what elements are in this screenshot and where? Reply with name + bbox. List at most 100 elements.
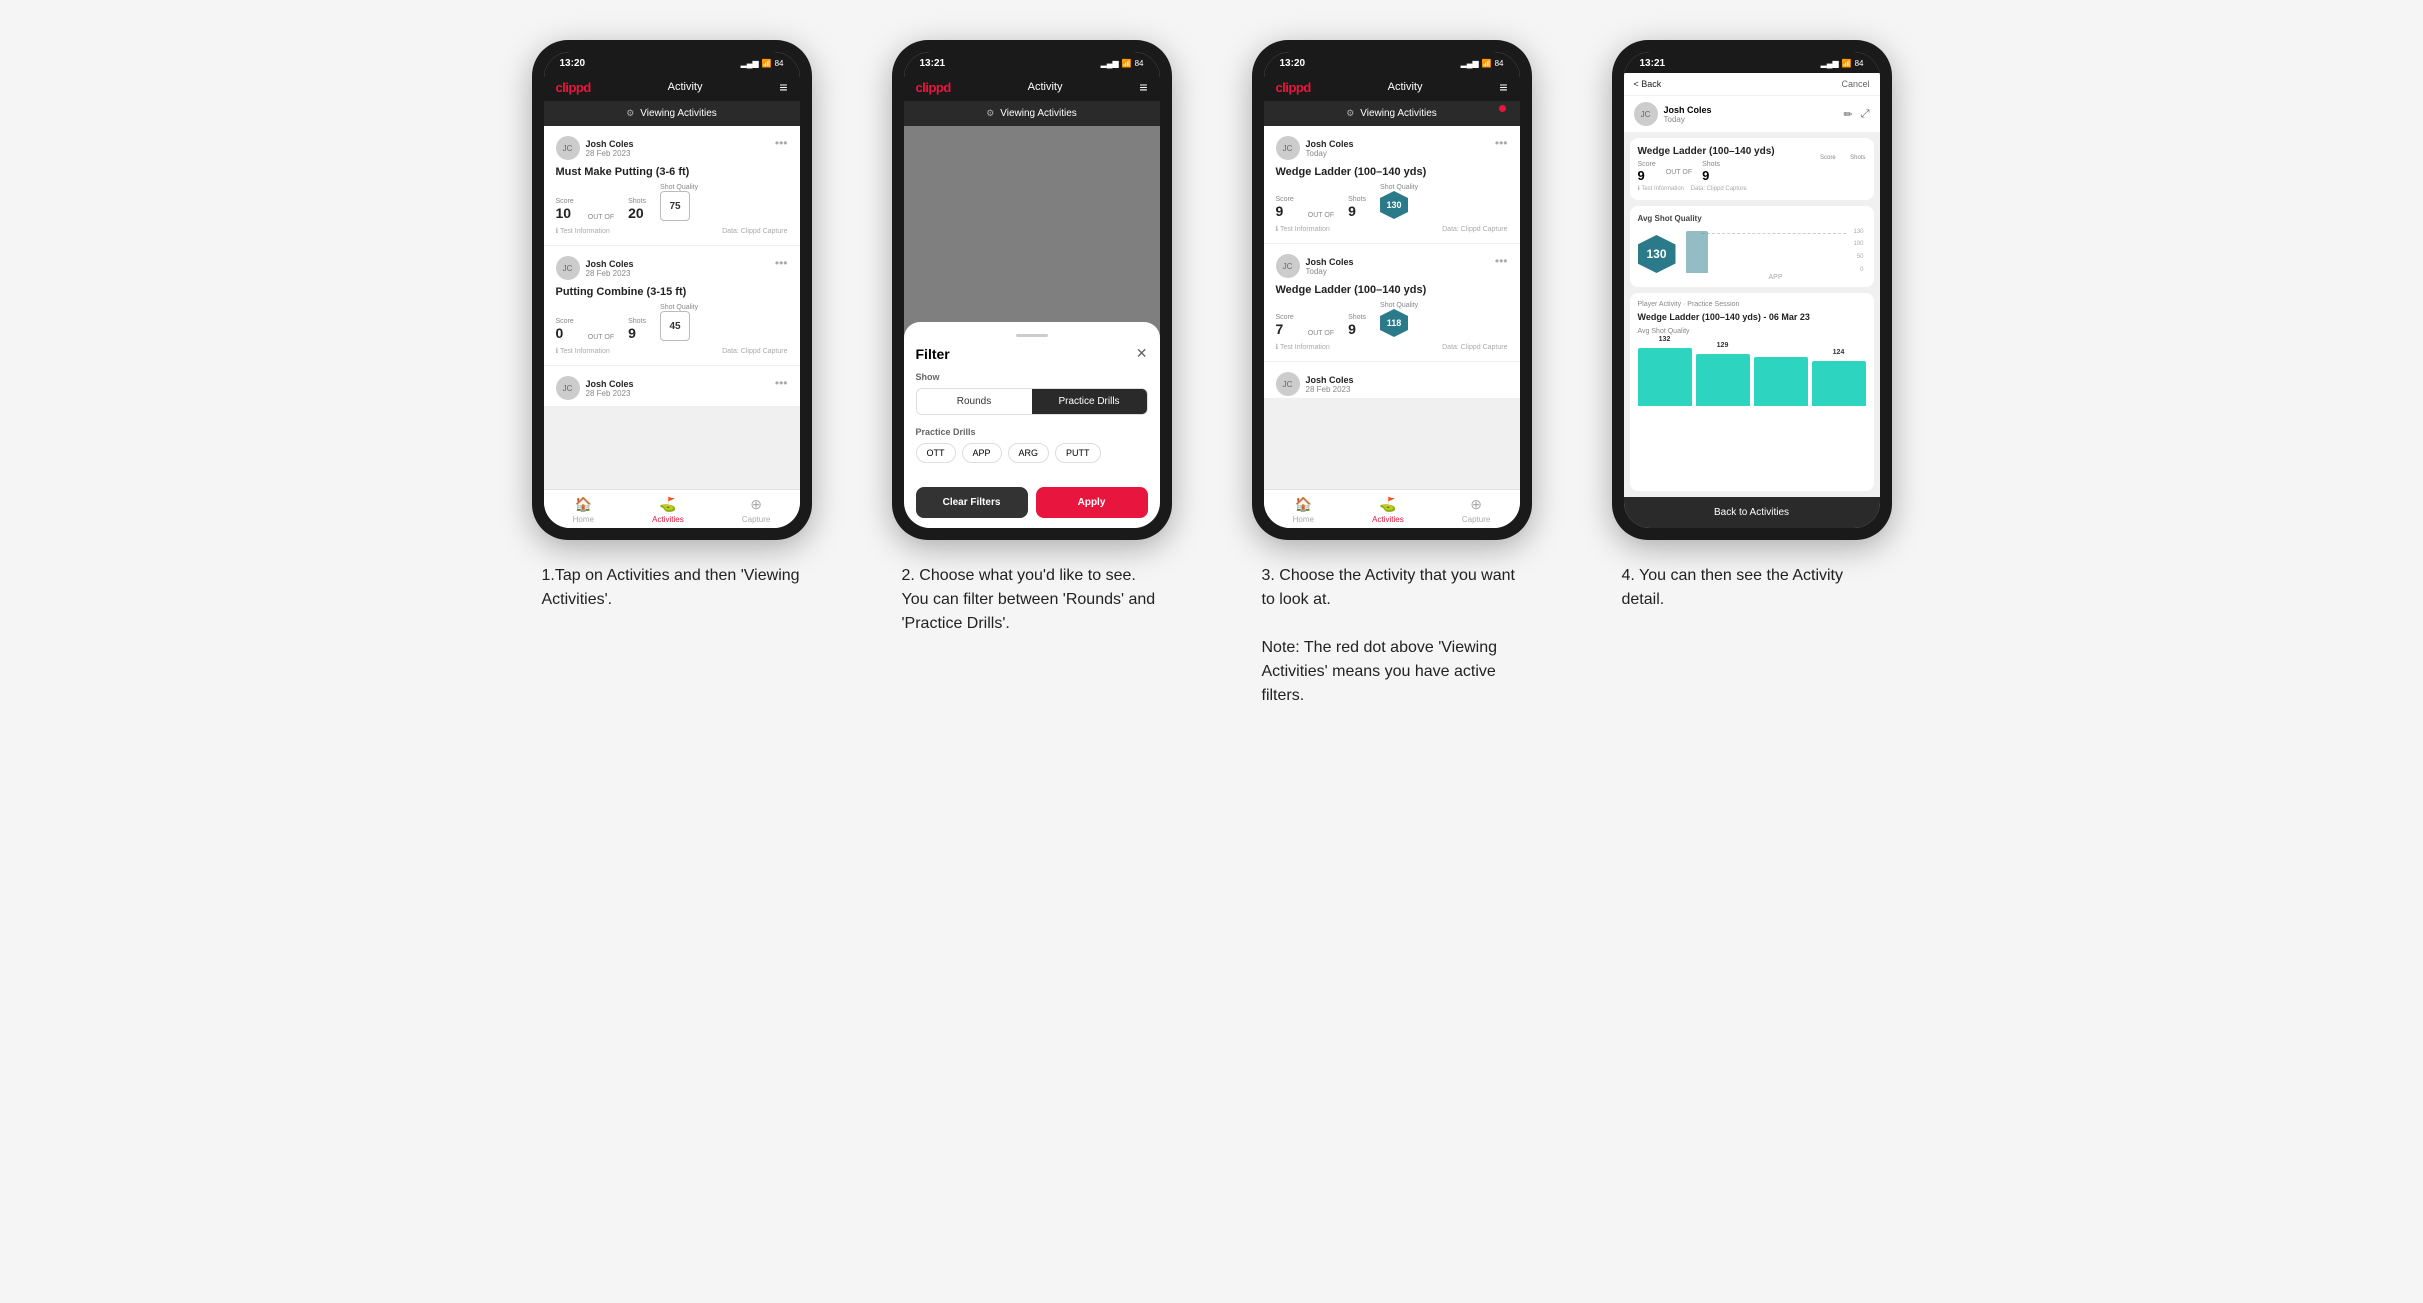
nav-item-activities-1[interactable]: ⛳ Activities (652, 496, 684, 524)
detail-card: Wedge Ladder (100–140 yds) Score 9 OUT O… (1630, 138, 1874, 200)
activities-icon-3: ⛳ (1379, 496, 1396, 513)
phone-column-4: 13:21 ▂▄▆ 📶 84 < Back Cancel JC Jos (1592, 40, 1912, 612)
screen-content-3: JC Josh Coles Today ••• Wedge Ladder (10… (1264, 126, 1520, 489)
viewing-activities-bar-3[interactable]: ⚙ Viewing Activities (1264, 101, 1520, 126)
detail-user-info: JC Josh Coles Today (1634, 102, 1712, 126)
nav-title-1: Activity (668, 81, 703, 93)
chart-100-label: 100 (1853, 241, 1863, 247)
nav-label-activities-3: Activities (1372, 515, 1404, 524)
outof-3-2: OUT OF (1308, 330, 1334, 337)
phone-frame-2: 13:21 ▂▄▆ 📶 84 clippd Activity ≡ ⚙ Viewi… (892, 40, 1172, 540)
card-menu-2[interactable]: ••• (775, 256, 788, 270)
nav-item-activities-3[interactable]: ⛳ Activities (1372, 496, 1404, 524)
avatar-3-3: JC (1276, 372, 1300, 396)
filter-chips-row: OTT APP ARG PUTT (916, 443, 1148, 463)
card-header-3-1: JC Josh Coles Today ••• (1276, 136, 1508, 160)
nav-label-activities-1: Activities (652, 515, 684, 524)
chip-putt[interactable]: PUTT (1055, 443, 1101, 463)
activity-card-3-2[interactable]: JC Josh Coles Today ••• Wedge Ladder (10… (1264, 244, 1520, 361)
wifi-icon-3: 📶 (1482, 59, 1492, 68)
hamburger-icon-1[interactable]: ≡ (779, 79, 787, 95)
close-button[interactable]: ✕ (1136, 345, 1148, 362)
card-user-1: JC Josh Coles 28 Feb 2023 (556, 136, 634, 160)
apply-button[interactable]: Apply (1036, 487, 1148, 518)
filter-sheet: Filter ✕ Show Rounds Practice Drills Pra… (904, 322, 1160, 528)
card-menu-1[interactable]: ••• (775, 136, 788, 150)
card-footer-1: ℹ Test Information Data: Clippd Capture (556, 227, 788, 235)
toggle-row: Rounds Practice Drills (916, 388, 1148, 415)
back-button[interactable]: < Back (1634, 79, 1662, 89)
chip-ott[interactable]: OTT (916, 443, 956, 463)
filter-icon-2: ⚙ (986, 108, 994, 119)
detail-action-icons: ✏ ⤢ (1843, 108, 1869, 121)
mini-chart: 130 100 50 0 APP (1686, 229, 1866, 279)
viewing-activities-bar-2[interactable]: ⚙ Viewing Activities (904, 101, 1160, 126)
user-info-1: Josh Coles 28 Feb 2023 (586, 139, 634, 158)
practice-drills-toggle[interactable]: Practice Drills (1032, 389, 1147, 414)
home-icon-1: 🏠 (575, 496, 592, 513)
sq-group-2: Shot Quality 45 (660, 304, 698, 341)
status-icons-2: ▂▄▆ 📶 84 (1101, 59, 1144, 68)
bar-label-1: 132 (1659, 336, 1671, 343)
shots-value-3-1: 9 (1348, 203, 1366, 219)
user-date-1: 28 Feb 2023 (586, 149, 634, 158)
chip-app[interactable]: APP (962, 443, 1002, 463)
data-source-3-1: Data: Clippd Capture (1442, 225, 1507, 233)
caption-3: 3. Choose the Activity that you want to … (1262, 564, 1522, 708)
user-info-3-1: Josh Coles Today (1306, 139, 1354, 158)
activity-card-1[interactable]: JC Josh Coles 28 Feb 2023 ••• Must Make … (544, 126, 800, 245)
hamburger-icon-2[interactable]: ≡ (1139, 79, 1147, 95)
activity-card-3-1[interactable]: JC Josh Coles Today ••• Wedge Ladder (10… (1264, 126, 1520, 243)
rounds-toggle[interactable]: Rounds (917, 389, 1032, 414)
phone-column-3: 13:20 ▂▄▆ 📶 84 clippd Activity ≡ ⚙ Viewi… (1232, 40, 1552, 708)
status-icons-1: ▂▄▆ 📶 84 (741, 59, 784, 68)
nav-label-capture-1: Capture (742, 515, 770, 524)
expand-icon[interactable]: ⤢ (1861, 108, 1870, 121)
status-icons-3: ▂▄▆ 📶 84 (1461, 59, 1504, 68)
score-group-3-2: Score 7 (1276, 314, 1294, 337)
battery-icon-1: 84 (775, 59, 784, 68)
avg-sq-title: Avg Shot Quality (1638, 214, 1866, 223)
nav-item-home-1[interactable]: 🏠 Home (573, 496, 594, 524)
clear-filters-button[interactable]: Clear Filters (916, 487, 1028, 518)
back-to-activities-button[interactable]: Back to Activities (1624, 497, 1880, 528)
cancel-button[interactable]: Cancel (1841, 79, 1869, 89)
detail-outof: OUT OF (1666, 169, 1692, 176)
card-header-3-2: JC Josh Coles Today ••• (1276, 254, 1508, 278)
activities-icon-1: ⛳ (659, 496, 676, 513)
detail-user-bar: JC Josh Coles Today ✏ ⤢ (1624, 95, 1880, 132)
score-label-1: Score (556, 198, 574, 205)
edit-icon[interactable]: ✏ (1843, 108, 1852, 121)
activity-card-2[interactable]: JC Josh Coles 28 Feb 2023 ••• Putting Co… (544, 246, 800, 365)
score-group-3-1: Score 9 (1276, 196, 1294, 219)
mini-bar-1 (1686, 231, 1708, 273)
card-menu-3-1[interactable]: ••• (1495, 136, 1508, 150)
user-name-3-2: Josh Coles (1306, 257, 1354, 267)
card-footer-3-1: ℹ Test Information Data: Clippd Capture (1276, 225, 1508, 233)
hamburger-icon-3[interactable]: ≡ (1499, 79, 1507, 95)
user-name-3-1: Josh Coles (1306, 139, 1354, 149)
nav-title-2: Activity (1028, 81, 1063, 93)
card-footer-2: ℹ Test Information Data: Clippd Capture (556, 347, 788, 355)
viewing-activities-bar-1[interactable]: ⚙ Viewing Activities (544, 101, 800, 126)
nav-item-capture-1[interactable]: ⊕ Capture (742, 496, 770, 524)
nav-item-capture-3[interactable]: ⊕ Capture (1462, 496, 1490, 524)
card-menu-3-2[interactable]: ••• (1495, 254, 1508, 268)
shots-label-3-2: Shots (1348, 314, 1366, 321)
score-label-3-1: Score (1276, 196, 1294, 203)
avg-sq-section: Avg Shot Quality 130 130 100 50 0 (1630, 206, 1874, 287)
card-menu-3[interactable]: ••• (775, 376, 788, 390)
card-user-3-3: JC Josh Coles 28 Feb 2023 (1276, 372, 1354, 396)
filter-modal-overlay: Filter ✕ Show Rounds Practice Drills Pra… (904, 126, 1160, 528)
nav-label-home-3: Home (1293, 515, 1314, 524)
viewing-activities-label-2: Viewing Activities (1000, 108, 1077, 119)
phone-screen-1: 13:20 ▂▄▆ 📶 84 clippd Activity ≡ ⚙ Vi (544, 52, 800, 528)
phone-frame-1: 13:20 ▂▄▆ 📶 84 clippd Activity ≡ ⚙ Vi (532, 40, 812, 540)
bar-1: 132 (1638, 348, 1692, 407)
score-group-2: Score 0 (556, 318, 574, 341)
shots-value-3-2: 9 (1348, 321, 1366, 337)
chip-arg[interactable]: ARG (1008, 443, 1050, 463)
nav-item-home-3[interactable]: 🏠 Home (1293, 496, 1314, 524)
sq-group-3-2: Shot Quality 118 (1380, 302, 1418, 337)
status-time-2: 13:21 (920, 58, 946, 69)
